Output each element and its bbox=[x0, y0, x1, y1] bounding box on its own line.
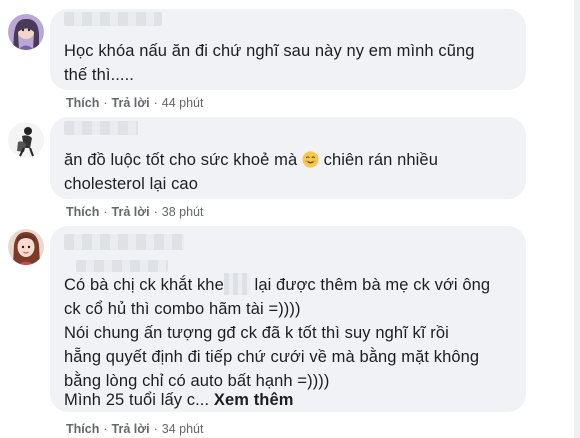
separator-dot: · bbox=[153, 205, 158, 219]
like-button[interactable]: Thích bbox=[66, 422, 99, 436]
censored-word bbox=[223, 273, 250, 295]
comment-text-line: hẵng quyết định đi tiếp chứ cưới về mà b… bbox=[64, 348, 480, 366]
sketch-avatar-icon bbox=[8, 122, 44, 158]
reply-button[interactable]: Trả lời bbox=[112, 422, 150, 436]
blurred-author-name[interactable] bbox=[64, 12, 162, 26]
separator-dot: · bbox=[153, 96, 158, 110]
comment-text-line: Có bà chị ck khắt khe lại được thêm bà m… bbox=[64, 273, 490, 297]
comment-text: chiên rán nhiều bbox=[323, 151, 438, 169]
separator-dot: · bbox=[103, 96, 108, 110]
smiling-face-emoji-icon bbox=[302, 151, 319, 168]
comment-text-line: ăn đồ luộc tốt cho sức khoẻ mà chiên rán… bbox=[64, 148, 438, 172]
timestamp[interactable]: 38 phút bbox=[162, 205, 204, 219]
avatar[interactable] bbox=[8, 122, 44, 158]
comment-actions: Thích · Trả lời · 44 phút bbox=[66, 96, 203, 110]
separator-dot: · bbox=[103, 422, 108, 436]
girl-avatar-red-icon bbox=[8, 229, 44, 265]
comment-thread: Học khóa nấu ăn đi chứ nghĩ sau này ny e… bbox=[0, 0, 574, 438]
comment-text-line: Học khóa nấu ăn đi chứ nghĩ sau này ny e… bbox=[64, 42, 475, 60]
comment-text: Mình 25 tuổi lấy c... bbox=[64, 391, 210, 409]
girl-avatar-purple-icon bbox=[8, 14, 44, 50]
comment-text-line: ck cổ hủ thì combo hãm tài =)))) bbox=[64, 300, 301, 318]
separator-dot: · bbox=[103, 205, 108, 219]
blurred-author-name[interactable] bbox=[64, 234, 184, 250]
comment-text-line: thế thì..... bbox=[64, 66, 134, 84]
blurred-author-name[interactable] bbox=[64, 121, 138, 135]
timestamp[interactable]: 34 phút bbox=[162, 422, 204, 436]
comment-text: ăn đồ luộc tốt cho sức khoẻ mà bbox=[64, 151, 298, 169]
comment-text-line: Mình 25 tuổi lấy c... Xem thêm bbox=[64, 388, 294, 412]
comment-actions: Thích · Trả lời · 38 phút bbox=[66, 205, 203, 219]
reply-button[interactable]: Trả lời bbox=[112, 96, 150, 110]
avatar[interactable] bbox=[8, 14, 44, 50]
comment-bubble: Học khóa nấu ăn đi chứ nghĩ sau này ny e… bbox=[50, 9, 526, 90]
scrollbar-track[interactable] bbox=[574, 0, 580, 438]
see-more-link[interactable]: Xem thêm bbox=[214, 391, 294, 409]
blurred-tag bbox=[76, 260, 168, 272]
comment-bubble: ăn đồ luộc tốt cho sức khoẻ mà chiên rán… bbox=[50, 117, 526, 199]
comment-text: lại được thêm bà mẹ ck với ông bbox=[254, 276, 491, 294]
like-button[interactable]: Thích bbox=[66, 96, 99, 110]
timestamp[interactable]: 44 phút bbox=[162, 96, 204, 110]
reply-button[interactable]: Trả lời bbox=[112, 205, 150, 219]
avatar[interactable] bbox=[8, 229, 44, 265]
comment-actions: Thích · Trả lời · 34 phút bbox=[66, 422, 203, 436]
comment-bubble: Có bà chị ck khắt khe lại được thêm bà m… bbox=[50, 226, 526, 412]
separator-dot: · bbox=[153, 422, 158, 436]
comment-text-line: cholesterol lại cao bbox=[64, 175, 198, 193]
comment-text: Có bà chị ck khắt khe bbox=[64, 276, 224, 294]
like-button[interactable]: Thích bbox=[66, 205, 99, 219]
comment-text-line: Nói chung ấn tượng gđ ck đã k tốt thì su… bbox=[64, 324, 449, 342]
